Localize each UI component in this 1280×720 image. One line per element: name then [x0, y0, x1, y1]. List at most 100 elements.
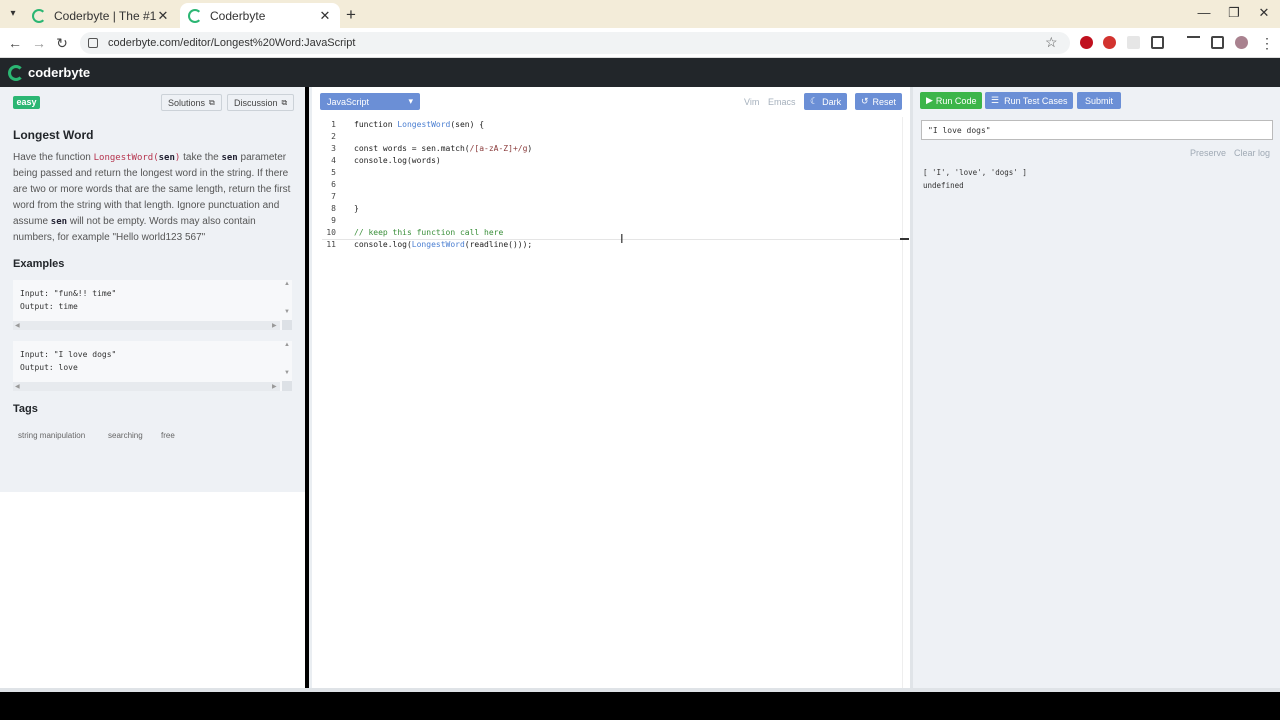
- emacs-mode-link[interactable]: Emacs: [768, 97, 796, 107]
- chevron-down-icon: ▾: [408, 96, 413, 106]
- code-line: 8}: [322, 203, 902, 215]
- moon-icon: ☾: [810, 96, 819, 106]
- scroll-left-icon[interactable]: ◀: [15, 383, 20, 390]
- code-line: 10 // keep this function call here: [322, 227, 902, 239]
- reset-button[interactable]: ↺ Reset: [855, 93, 903, 110]
- code-text: ): [527, 144, 533, 153]
- tests-icon: ☰: [991, 95, 1000, 105]
- tag-string-manipulation[interactable]: string manipulation: [18, 431, 85, 440]
- scroll-down-icon[interactable]: ▼: [284, 370, 290, 376]
- app-logo[interactable]: coderbyte: [28, 65, 90, 80]
- reading-list-icon[interactable]: [1187, 36, 1200, 49]
- code-line: 1 function LongestWord(sen) {: [322, 119, 902, 131]
- url-field[interactable]: coderbyte.com/editor/Longest%20Word:Java…: [80, 32, 1070, 54]
- clear-log-link[interactable]: Clear log: [1234, 148, 1270, 158]
- line-number: 1: [331, 120, 336, 129]
- url-text: coderbyte.com/editor/Longest%20Word:Java…: [108, 37, 356, 49]
- difficulty-badge: easy: [13, 96, 40, 109]
- tag-searching[interactable]: searching: [108, 431, 143, 440]
- close-window-button[interactable]: ✕: [1254, 5, 1274, 21]
- code-function-name: LongestWord: [411, 240, 465, 249]
- run-test-cases-button[interactable]: ☰ Run Test Cases: [985, 92, 1074, 109]
- adblock-icon[interactable]: [1103, 36, 1116, 49]
- code-line: 11 console.log(LongestWord(readline()));: [322, 239, 902, 251]
- problem-panel-blank: [0, 492, 305, 688]
- scroll-up-icon[interactable]: ▲: [284, 342, 290, 348]
- tag-free[interactable]: free: [161, 431, 175, 440]
- code-text: console.log(words): [354, 156, 441, 165]
- forward-icon[interactable]: →: [30, 34, 48, 52]
- horizontal-scrollbar[interactable]: ◀ ▶: [13, 382, 280, 391]
- tab-coderbyte-editor[interactable]: Coderbyte ✕: [180, 3, 340, 28]
- scroll-down-icon[interactable]: ▼: [284, 309, 290, 315]
- desc-text: Have the function: [13, 152, 94, 163]
- discussion-button[interactable]: Discussion ⧉: [227, 94, 295, 111]
- tab-close-icon[interactable]: ✕: [156, 8, 170, 24]
- scroll-up-icon[interactable]: ▲: [284, 281, 290, 287]
- tab-search-chevron-icon[interactable]: ▾: [6, 7, 20, 21]
- editor-right-margin: [902, 117, 903, 688]
- reload-icon[interactable]: ↻: [53, 34, 71, 52]
- tab-title: Coderbyte | The #1 Coding Ass: [54, 8, 156, 23]
- editor-resize-marker[interactable]: [900, 238, 909, 240]
- code-text: const words = sen.match(: [354, 144, 470, 153]
- scroll-left-icon[interactable]: ◀: [15, 322, 20, 329]
- external-link-icon: ⧉: [281, 97, 288, 107]
- star-icon[interactable]: ☆: [1045, 34, 1058, 51]
- line-number: 4: [331, 156, 336, 165]
- desc-param: sen: [221, 153, 238, 163]
- app-header: coderbyte: [0, 58, 1280, 87]
- code-line: 3 const words = sen.match(/[a-zA-Z]+/g): [322, 143, 902, 155]
- coderbyte-favicon-icon: [32, 8, 46, 23]
- stdin-input[interactable]: "I love dogs": [921, 120, 1273, 140]
- extensions-puzzle-icon[interactable]: [1151, 36, 1164, 49]
- example-output: Output: time: [20, 302, 78, 311]
- run-code-button[interactable]: ▶ Run Code: [920, 92, 983, 109]
- solutions-label: Solutions: [168, 97, 206, 108]
- tab-close-icon[interactable]: ✕: [318, 8, 332, 24]
- scroll-right-icon[interactable]: ▶: [272, 383, 277, 390]
- vim-mode-link[interactable]: Vim: [744, 97, 759, 107]
- scroll-right-icon[interactable]: ▶: [272, 322, 277, 329]
- language-select[interactable]: JavaScript ▾: [320, 93, 420, 110]
- profile-avatar-icon[interactable]: [1235, 36, 1248, 49]
- side-panel-icon[interactable]: [1211, 36, 1224, 49]
- example-box: Input: "I love dogs" Output: love ▲ ▼ ◀ …: [13, 341, 292, 391]
- dark-theme-button[interactable]: ☾ Dark: [804, 93, 848, 110]
- line-number: 11: [326, 240, 336, 249]
- desc-param: sen: [50, 217, 68, 227]
- line-number: 2: [331, 132, 336, 141]
- new-tab-button[interactable]: +: [346, 5, 360, 25]
- console-line: undefined: [923, 181, 964, 190]
- solutions-button[interactable]: Solutions ⧉: [161, 94, 222, 111]
- line-number: 9: [331, 216, 336, 225]
- extension-gray-icon[interactable]: [1127, 36, 1140, 49]
- site-info-icon[interactable]: [88, 38, 98, 48]
- code-text: }: [354, 204, 359, 213]
- code-keyword: function: [354, 120, 398, 129]
- desc-text: take the: [180, 152, 222, 163]
- line-number: 3: [331, 144, 336, 153]
- code-line: 2: [322, 131, 902, 143]
- language-value: JavaScript: [327, 96, 370, 107]
- coderbyte-logo-icon[interactable]: [8, 64, 24, 81]
- ibeam-cursor-icon: I: [620, 231, 624, 246]
- tab-coderbyte-home[interactable]: Coderbyte | The #1 Coding Ass ✕: [24, 3, 178, 28]
- example-input: Input: "I love dogs": [20, 350, 117, 359]
- maximize-button[interactable]: ❐: [1224, 5, 1244, 21]
- submit-button[interactable]: Submit: [1077, 92, 1122, 109]
- example-input: Input: "fun&!! time": [20, 289, 117, 298]
- browser-menu-icon[interactable]: ⋮: [1258, 34, 1276, 52]
- preserve-link[interactable]: Preserve: [1190, 148, 1226, 158]
- address-bar-row: ← → ↻ coderbyte.com/editor/Longest%20Wor…: [0, 28, 1280, 58]
- horizontal-scrollbar[interactable]: ◀ ▶: [13, 321, 280, 330]
- extension-red-icon[interactable]: [1080, 36, 1093, 49]
- back-icon[interactable]: ←: [6, 34, 24, 52]
- discussion-label: Discussion: [234, 97, 278, 108]
- minimize-button[interactable]: —: [1194, 5, 1214, 20]
- line-number: 6: [331, 180, 336, 189]
- external-link-icon: ⧉: [209, 97, 215, 107]
- code-area[interactable]: 1 function LongestWord(sen) { 2 3 const wo…: [322, 119, 902, 251]
- desc-function-name: LongestWord(: [93, 153, 159, 163]
- code-regex: /[a-zA-Z]+/g: [469, 144, 528, 153]
